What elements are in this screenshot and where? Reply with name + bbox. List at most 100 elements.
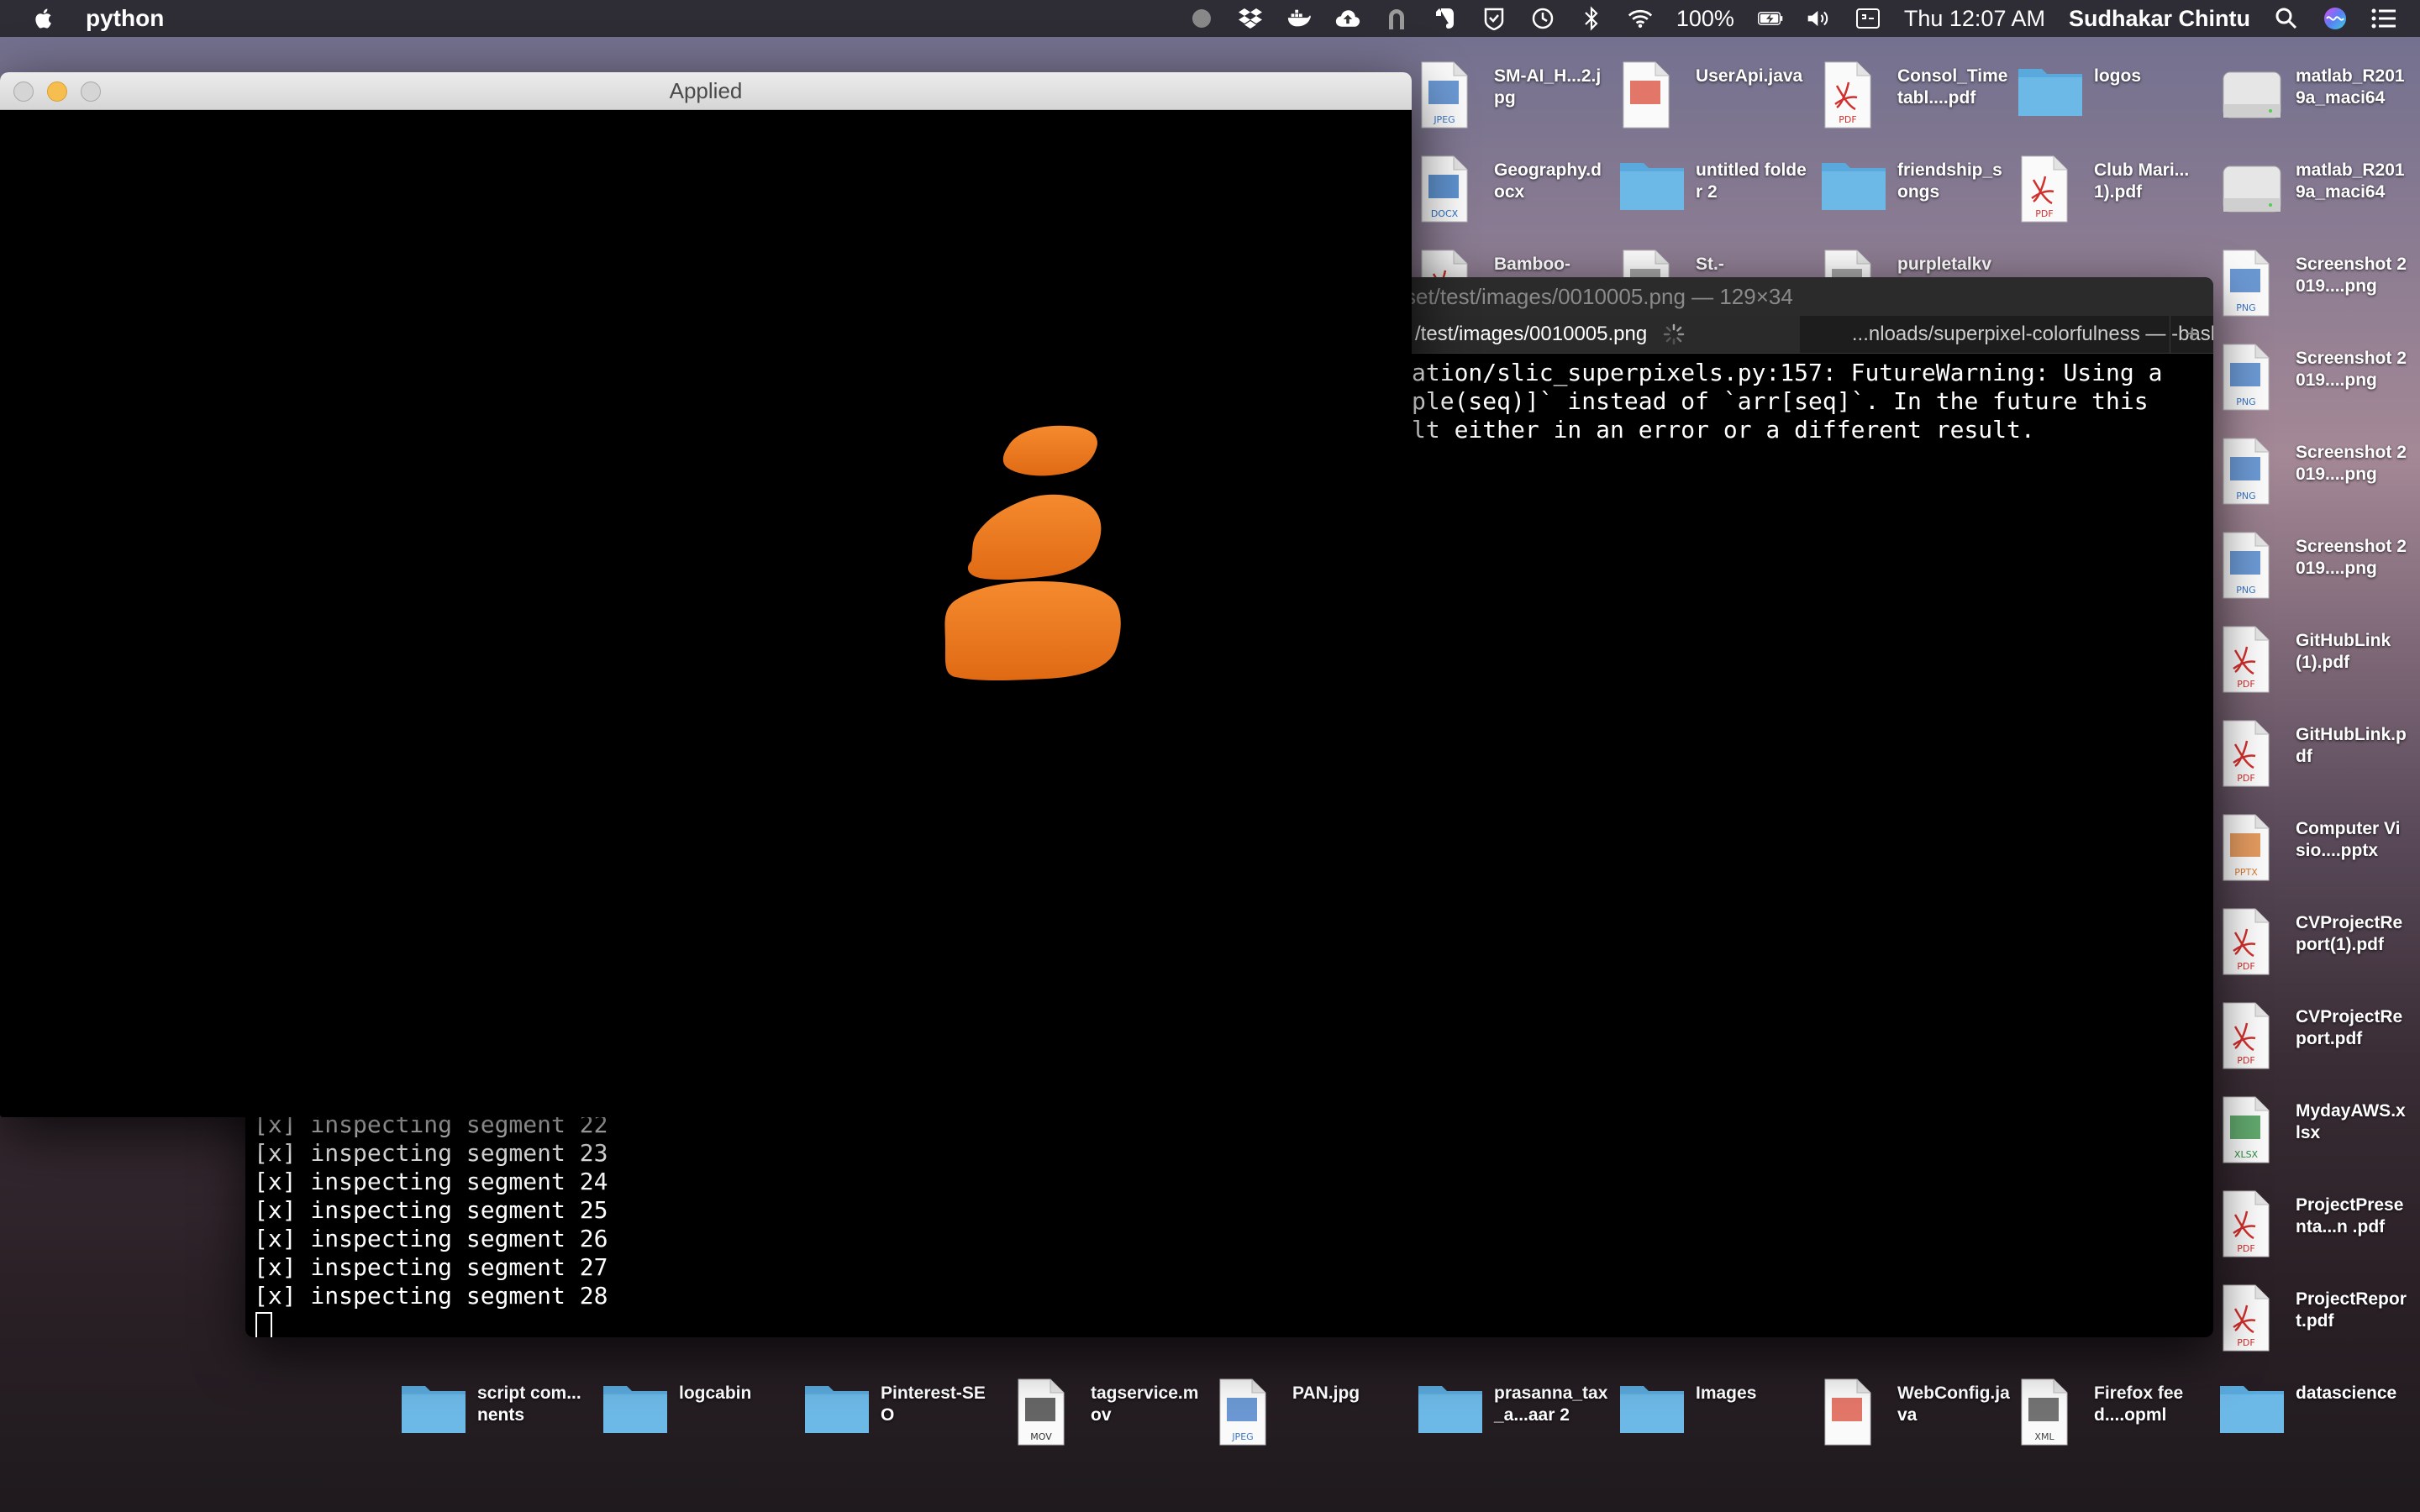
- shield-check-icon[interactable]: [1481, 6, 1507, 31]
- desktop-icon[interactable]: MOV tagservice.mov: [1013, 1371, 1207, 1455]
- cloud-upload-icon[interactable]: [1335, 6, 1360, 31]
- terminal-tab-label: /test/images/0010005.png: [1415, 323, 1648, 345]
- keyboard-input-icon[interactable]: [1855, 6, 1881, 31]
- desktop-icon-label: matlab_R2019a_maci64: [2296, 66, 2405, 108]
- terminal-tab-active[interactable]: /test/images/0010005.png: [1405, 316, 1800, 353]
- zoom-button[interactable]: [81, 81, 101, 102]
- desktop-icon[interactable]: PNG Screenshot 2019....png: [2218, 242, 2412, 326]
- applied-window[interactable]: Applied: [0, 72, 1412, 1117]
- dropbox-icon[interactable]: [1238, 6, 1263, 31]
- desktop-icon-label: Screenshot 2019....png: [2296, 349, 2407, 390]
- desktop-icon-label: logos: [2094, 66, 2141, 86]
- svg-text:JPEG: JPEG: [1433, 114, 1455, 125]
- desktop-icon[interactable]: PDF ProjectReport.pdf: [2218, 1277, 2412, 1361]
- desktop-icon[interactable]: XLSX MydayAWS.xlsx: [2218, 1089, 2412, 1173]
- menubar-clock[interactable]: Thu 12:07 AM: [1904, 6, 2045, 32]
- svg-text:MOV: MOV: [1030, 1431, 1052, 1442]
- desktop-icon-label: GitHubLink(1).pdf: [2296, 631, 2391, 672]
- siri-icon[interactable]: [2323, 6, 2348, 31]
- desktop-icon-label: PAN.jpg: [1292, 1383, 1360, 1403]
- terminal-line: lt either in an error or a different res…: [1412, 416, 2035, 444]
- svg-text:PDF: PDF: [2237, 1055, 2254, 1066]
- png-file-icon: PNG: [2218, 437, 2286, 507]
- loading-spinner-icon: [1663, 323, 1685, 345]
- desktop-icon-label: script com...nents: [477, 1383, 581, 1425]
- battery-percent[interactable]: 100%: [1676, 6, 1734, 32]
- wifi-icon[interactable]: [1628, 6, 1653, 31]
- docker-icon[interactable]: [1286, 6, 1312, 31]
- notification-center-icon[interactable]: [2371, 6, 2396, 31]
- pdf-file-icon: PDF: [2218, 1001, 2286, 1072]
- desktop-icon[interactable]: PDF GitHubLink.pdf: [2218, 712, 2412, 796]
- minimize-button[interactable]: [47, 81, 67, 102]
- desktop-icon-label: Firefox feed....opml: [2094, 1383, 2184, 1425]
- evernote-icon[interactable]: [1433, 6, 1458, 31]
- desktop-icon[interactable]: PNG Screenshot 2019....png: [2218, 336, 2412, 420]
- apple-icon[interactable]: [34, 7, 52, 30]
- desktop-icon[interactable]: PDF CVProjectReport(1).pdf: [2218, 900, 2412, 984]
- terminal-tab-label: ...nloads/superpixel-colorfulness — -bas…: [1851, 323, 2213, 345]
- spotlight-search-icon[interactable]: [2274, 6, 2299, 31]
- desktop-icon[interactable]: PPTX Computer Visio....pptx: [2218, 806, 2412, 890]
- terminal-line: ple(seq)]` instead of `arr[seq]`. In the…: [1412, 387, 2149, 415]
- desktop-icon[interactable]: prasanna_tax_a...aar 2: [1417, 1371, 1610, 1455]
- desktop-icon-label: St.-: [1696, 255, 1724, 274]
- desktop-icon[interactable]: PDF Consol_Timetabl....pdf: [1820, 54, 2013, 138]
- terminal-tab-bash[interactable]: ...nloads/superpixel-colorfulness — -bas…: [1802, 316, 2213, 353]
- desktop-icon[interactable]: PNG Screenshot 2019....png: [2218, 524, 2412, 608]
- svg-text:PNG: PNG: [2236, 491, 2255, 501]
- docx-file-icon: DOCX: [1417, 155, 1484, 225]
- svg-text:PDF: PDF: [2237, 1337, 2254, 1348]
- desktop-icon-label: ProjectReport.pdf: [2296, 1289, 2407, 1331]
- desktop-icon-label: ProjectPresenta...n .pdf: [2296, 1195, 2404, 1236]
- desktop-icon-label: CVProjectReport.pdf: [2296, 1007, 2403, 1048]
- segment-image: [944, 425, 1121, 680]
- desktop-icon[interactable]: XML Firefox feed....opml: [2017, 1371, 2210, 1455]
- xml-file-icon: XML: [2017, 1378, 2084, 1448]
- desktop-icon[interactable]: script com...nents: [400, 1371, 593, 1455]
- pdf-file-icon: PDF: [1820, 60, 1887, 131]
- new-tab-button[interactable]: +: [2170, 316, 2213, 353]
- active-app-name[interactable]: python: [86, 5, 164, 32]
- svg-text:PNG: PNG: [2236, 396, 2255, 407]
- desktop-icon[interactable]: PNG Screenshot 2019....png: [2218, 430, 2412, 514]
- jpeg-file-icon: JPEG: [1215, 1378, 1282, 1448]
- desktop-icon[interactable]: PDF GitHubLink(1).pdf: [2218, 618, 2412, 702]
- volume-icon[interactable]: [1807, 6, 1832, 31]
- desktop-icon[interactable]: JPEG SM-AI_H...2.jpg: [1417, 54, 1610, 138]
- desktop-icon[interactable]: UserApi.java: [1618, 54, 1812, 138]
- time-machine-icon[interactable]: [1530, 6, 1555, 31]
- desktop-icon[interactable]: matlab_R2019a_maci64: [2218, 148, 2412, 232]
- menubar-user[interactable]: Sudhakar Chintu: [2069, 6, 2250, 32]
- desktop-icon[interactable]: PDF ProjectPresenta...n .pdf: [2218, 1183, 2412, 1267]
- svg-text:PDF: PDF: [2237, 961, 2254, 972]
- desktop-icon[interactable]: Pinterest-SEO: [803, 1371, 997, 1455]
- mov-file-icon: MOV: [1013, 1378, 1081, 1448]
- arch-icon[interactable]: [1384, 6, 1409, 31]
- desktop-icon-label: Pinterest-SEO: [881, 1383, 986, 1425]
- applied-titlebar[interactable]: Applied: [0, 72, 1412, 110]
- terminal-line: ation/slic_superpixels.py:157: FutureWar…: [1412, 359, 2163, 386]
- desktop-icon[interactable]: JPEG PAN.jpg: [1215, 1371, 1408, 1455]
- xlsx-file-icon: XLSX: [2218, 1095, 2286, 1166]
- desktop-icon-label: logcabin: [679, 1383, 752, 1403]
- terminal-cursor: [255, 1312, 272, 1337]
- desktop-icon[interactable]: friendship_songs: [1820, 148, 2013, 232]
- terminal-title: set/test/images/0010005.png — 129×34: [1405, 283, 1793, 309]
- battery-charging-icon[interactable]: [1757, 6, 1783, 31]
- desktop-icon[interactable]: logcabin: [602, 1371, 795, 1455]
- desktop-icon-label: friendship_songs: [1897, 160, 2002, 202]
- bubble-icon[interactable]: [1189, 6, 1214, 31]
- desktop-icon[interactable]: Images: [1618, 1371, 1812, 1455]
- desktop-icon[interactable]: datascience: [2218, 1371, 2412, 1455]
- desktop-icon[interactable]: WebConfig.java: [1820, 1371, 2013, 1455]
- desktop-icon[interactable]: PDF CVProjectReport.pdf: [2218, 995, 2412, 1079]
- desktop-icon[interactable]: matlab_R2019a_maci64: [2218, 54, 2412, 138]
- folder-icon: [2017, 60, 2084, 131]
- desktop-icon[interactable]: logos: [2017, 54, 2210, 138]
- desktop-icon[interactable]: DOCX Geography.docx: [1417, 148, 1610, 232]
- close-button[interactable]: [13, 81, 34, 102]
- desktop-icon[interactable]: PDF Club Mari...1).pdf: [2017, 148, 2210, 232]
- desktop-icon[interactable]: untitled folder 2: [1618, 148, 1812, 232]
- bluetooth-icon[interactable]: [1579, 6, 1604, 31]
